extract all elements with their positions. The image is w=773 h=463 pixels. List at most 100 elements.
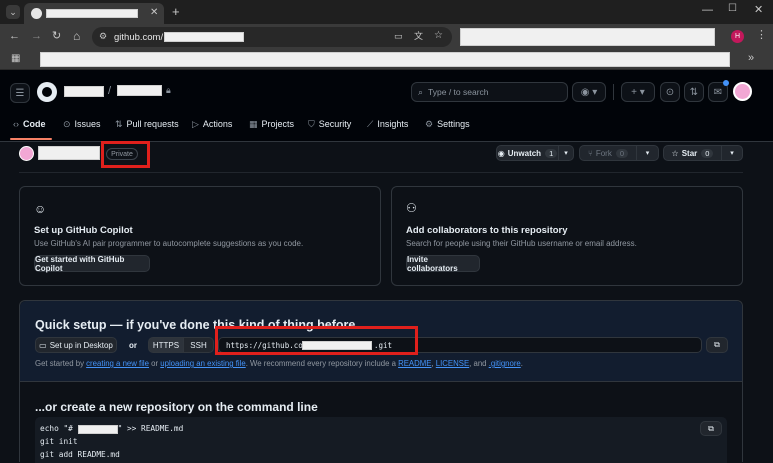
copy-cli-button[interactable]: ⧉ bbox=[700, 421, 722, 436]
hamburger-menu-icon[interactable]: ☰ bbox=[10, 83, 30, 103]
gitignore-link[interactable]: .gitignore bbox=[489, 359, 521, 368]
tab-projects[interactable]: ▦ Projects bbox=[249, 115, 294, 133]
copilot-button[interactable]: ◉ ▾ bbox=[572, 82, 606, 102]
shield-icon: ⛉ bbox=[308, 118, 315, 129]
close-window-icon[interactable]: ✕ bbox=[754, 5, 763, 16]
repo-name-redacted[interactable] bbox=[117, 85, 162, 96]
person-add-icon: ⚇ bbox=[406, 201, 417, 215]
cli-line-2: git init bbox=[40, 437, 78, 446]
copy-url-button[interactable]: ⧉ bbox=[706, 337, 728, 353]
tab-security-label: Security bbox=[318, 119, 352, 129]
minimize-icon[interactable]: — bbox=[702, 5, 713, 16]
forward-icon[interactable]: → bbox=[31, 31, 42, 42]
help-prefix: Get started by bbox=[35, 359, 84, 368]
watch-dropdown-button[interactable]: ▾ bbox=[558, 145, 574, 161]
address-bar[interactable]: ⚙ github.com/ ▭ 文 ☆ bbox=[92, 27, 452, 47]
invite-collaborators-button[interactable]: Invite collaborators bbox=[406, 255, 480, 273]
install-app-icon[interactable]: ▭ bbox=[394, 32, 403, 41]
profile-avatar[interactable]: H bbox=[731, 30, 744, 43]
copy-icon: ⧉ bbox=[708, 423, 714, 433]
upload-existing-file-link[interactable]: uploading an existing file bbox=[160, 359, 245, 368]
tab-actions[interactable]: ▷ Actions bbox=[192, 115, 232, 133]
fork-button[interactable]: ⑂ Fork 0 bbox=[579, 145, 637, 161]
tab-issues-label: Issues bbox=[74, 119, 101, 129]
search-input[interactable]: ⌕ Type / to search bbox=[411, 82, 568, 102]
ssh-toggle[interactable]: SSH bbox=[183, 337, 214, 353]
github-header: ☰ / 🔒︎ ⌕ Type / to search ◉ ▾ + ▾ ⊙ ⇅ ✉ … bbox=[0, 70, 773, 142]
annotation-highlight-clone-url bbox=[215, 326, 418, 355]
license-link[interactable]: LICENSE bbox=[436, 359, 469, 368]
setup-container: Quick setup — if you've done this kind o… bbox=[19, 300, 743, 463]
unwatch-button[interactable]: ◉ Unwatch 1 bbox=[496, 145, 559, 161]
setup-in-desktop-button[interactable]: ▭ Set up in Desktop bbox=[35, 337, 117, 353]
readme-link[interactable]: README bbox=[398, 359, 431, 368]
star-dropdown-button[interactable]: ▾ bbox=[721, 145, 743, 161]
pull-requests-icon[interactable]: ⇅ bbox=[684, 82, 704, 102]
tab-issues[interactable]: ⊙ Issues bbox=[63, 115, 101, 133]
desktop-button-label: Set up in Desktop bbox=[49, 340, 113, 350]
github-favicon-icon bbox=[31, 8, 42, 19]
play-icon: ▷ bbox=[192, 118, 199, 129]
star-button[interactable]: ☆ Star 0 bbox=[663, 145, 722, 161]
notification-dot bbox=[723, 80, 729, 86]
star-label: Star bbox=[681, 148, 698, 158]
site-info-icon[interactable]: ⚙ bbox=[99, 32, 107, 41]
repo-avatar bbox=[19, 146, 34, 161]
tab-insights[interactable]: ⟋ Insights bbox=[367, 115, 408, 133]
repo-title-redacted[interactable] bbox=[38, 146, 100, 160]
create-new-button[interactable]: + ▾ bbox=[621, 82, 655, 102]
issues-icon[interactable]: ⊙ bbox=[660, 82, 680, 102]
home-icon[interactable]: ⌂ bbox=[73, 30, 80, 42]
close-tab-icon[interactable]: ✕ bbox=[150, 8, 158, 18]
user-avatar[interactable] bbox=[733, 82, 752, 101]
tab-projects-label: Projects bbox=[261, 119, 295, 129]
https-toggle[interactable]: HTTPS bbox=[148, 337, 184, 353]
browser-toolbar: ← → ↻ ⌂ ⚙ github.com/ ▭ 文 ☆ H ⋮ bbox=[0, 24, 773, 50]
apps-grid-icon[interactable]: ▦ bbox=[11, 54, 20, 64]
pull-request-icon: ⇅ bbox=[115, 118, 123, 129]
ssh-label: SSH bbox=[190, 340, 207, 350]
eye-icon: ◉ bbox=[497, 148, 505, 158]
cli-line-3: git add README.md bbox=[40, 450, 120, 459]
cli-line-1-start: echo "# bbox=[40, 424, 73, 433]
or-separator: or bbox=[129, 341, 137, 350]
github-logo-icon[interactable] bbox=[37, 82, 57, 102]
tab-code[interactable]: ‹› Code bbox=[13, 115, 46, 133]
browser-menu-icon[interactable]: ⋮ bbox=[756, 30, 767, 41]
gear-icon: ⚙ bbox=[425, 118, 434, 129]
tab-settings-label: Settings bbox=[437, 119, 470, 129]
help-or: or bbox=[151, 359, 159, 368]
bookmarks-redacted bbox=[40, 52, 730, 67]
maximize-icon[interactable]: ☐ bbox=[728, 4, 737, 14]
bookmarks-bar: ▦ » bbox=[0, 50, 773, 70]
create-new-file-link[interactable]: creating a new file bbox=[86, 359, 149, 368]
issue-icon: ⊙ bbox=[63, 118, 71, 129]
copilot-description: Use GitHub's AI pair programmer to autoc… bbox=[34, 239, 304, 248]
setup-help-text: Get started by creating a new file or up… bbox=[35, 359, 523, 368]
unwatch-label: Unwatch bbox=[507, 148, 542, 158]
fork-dropdown-button[interactable]: ▾ bbox=[636, 145, 659, 161]
translate-icon[interactable]: 文 bbox=[414, 32, 423, 41]
profile-initial: H bbox=[734, 33, 741, 40]
browser-tab[interactable]: ✕ bbox=[24, 3, 164, 24]
back-icon[interactable]: ← bbox=[9, 31, 20, 42]
more-bookmarks-icon[interactable]: » bbox=[748, 53, 754, 64]
new-tab-icon[interactable]: + bbox=[172, 5, 180, 18]
extensions-redacted bbox=[460, 28, 715, 46]
tab-search-icon[interactable]: ⌄ bbox=[6, 5, 20, 19]
url-redacted bbox=[164, 32, 244, 42]
reload-icon[interactable]: ↻ bbox=[52, 31, 61, 42]
tab-pull-requests[interactable]: ⇅ Pull requests bbox=[115, 115, 179, 133]
tab-security[interactable]: ⛉ Security bbox=[308, 115, 351, 133]
copy-icon: ⧉ bbox=[714, 340, 720, 349]
tab-settings[interactable]: ⚙ Settings bbox=[425, 115, 470, 133]
tab-code-label: Code bbox=[23, 119, 46, 129]
copilot-get-started-button[interactable]: Get started with GitHub Copilot bbox=[34, 255, 150, 273]
bookmark-star-icon[interactable]: ☆ bbox=[434, 31, 443, 41]
title-divider bbox=[19, 172, 743, 173]
tab-pull-requests-label: Pull requests bbox=[126, 119, 179, 129]
owner-name-redacted[interactable] bbox=[64, 86, 104, 97]
collaborators-title: Add collaborators to this repository bbox=[406, 225, 568, 236]
collaborators-card: ⚇ Add collaborators to this repository S… bbox=[391, 186, 743, 286]
copilot-card: ☺ Set up GitHub Copilot Use GitHub's AI … bbox=[19, 186, 381, 286]
